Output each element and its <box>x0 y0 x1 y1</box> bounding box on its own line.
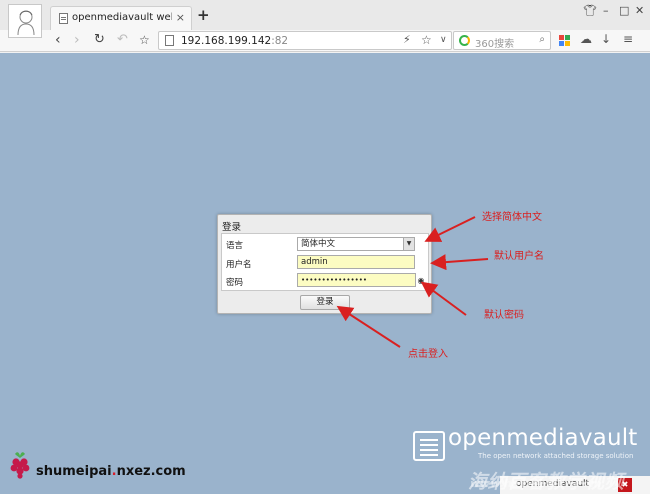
dropdown-chevron-icon[interactable]: ∨ <box>440 35 447 45</box>
lightning-icon[interactable]: ⚡︎ <box>403 33 411 46</box>
avatar-sketch-icon <box>9 5 41 37</box>
annotation-select-language: 选择简体中文 <box>482 212 542 223</box>
search-placeholder: 360搜索 <box>475 39 515 50</box>
address-bar[interactable]: 192.168.199.142:82 ⚡︎ ☆ ∨ <box>158 31 452 50</box>
user-avatar[interactable] <box>8 4 42 38</box>
site-name-suffix: nxez.com <box>116 464 186 479</box>
username-annotation-arrow <box>430 254 489 271</box>
search-engine-logo-icon <box>459 35 470 46</box>
product-name: openmediavault <box>448 425 638 451</box>
address-text[interactable]: 192.168.199.142:82 <box>181 35 288 47</box>
annotation-click-login: 点击登入 <box>408 349 448 360</box>
close-window-button[interactable]: ✕ <box>635 4 644 17</box>
password-annotation-arrow <box>420 281 467 316</box>
undo-close-button[interactable]: ↶ <box>117 31 128 49</box>
site-name-prefix: shumeipai <box>36 464 112 479</box>
login-annotation-arrow <box>336 305 401 348</box>
video-watermark-url: www.hainabaike.com <box>470 477 602 490</box>
browser-tab-bar: openmediavault web administration × + 👕︎… <box>0 0 650 38</box>
skin-icon[interactable]: 👕︎ <box>583 4 597 17</box>
minimize-button[interactable]: – <box>603 4 609 17</box>
bookmark-star-icon[interactable]: ☆ <box>139 31 150 49</box>
page-icon <box>59 13 68 24</box>
search-icon[interactable]: ⌕ <box>539 34 545 45</box>
apps-grid-icon[interactable] <box>559 35 570 46</box>
url-host: 192.168.199.142 <box>181 35 272 47</box>
cloud-icon[interactable]: ☁︎ <box>580 32 592 46</box>
menu-icon[interactable]: ≡ <box>623 32 633 46</box>
annotation-default-username: 默认用户名 <box>494 251 544 262</box>
favorite-star-icon[interactable]: ☆ <box>421 33 432 47</box>
download-icon[interactable]: ↓ <box>601 32 611 46</box>
product-tagline: The open network attached storage soluti… <box>478 452 634 460</box>
annotation-default-password: 默认密码 <box>484 310 524 321</box>
raspberry-icon <box>10 452 30 479</box>
page-content: 登录 语言 简体中文 ▼ 用户名 admin 密码 ••••••••••••••… <box>0 53 650 494</box>
site-name: shumeipai.nxez.com <box>36 464 186 479</box>
url-port: :82 <box>271 35 289 47</box>
browser-toolbar: ‹ › ↻ ↶ ☆ 192.168.199.142:82 ⚡︎ ☆ ∨ 360搜… <box>0 30 650 52</box>
maximize-button[interactable]: □ <box>619 4 629 17</box>
openmediavault-logo-icon <box>413 431 445 461</box>
close-tab-icon[interactable]: × <box>176 11 185 24</box>
back-button[interactable]: ‹ <box>55 31 61 49</box>
tab-title: openmediavault web administration <box>72 12 172 23</box>
new-tab-button[interactable]: + <box>197 6 210 24</box>
active-tab[interactable]: openmediavault web administration × <box>50 6 192 30</box>
search-box[interactable]: 360搜索 ⌕ <box>453 31 551 50</box>
language-annotation-arrow <box>424 216 476 242</box>
forward-button[interactable]: › <box>74 31 80 49</box>
page-info-icon <box>165 35 174 46</box>
reload-button[interactable]: ↻ <box>94 31 105 49</box>
